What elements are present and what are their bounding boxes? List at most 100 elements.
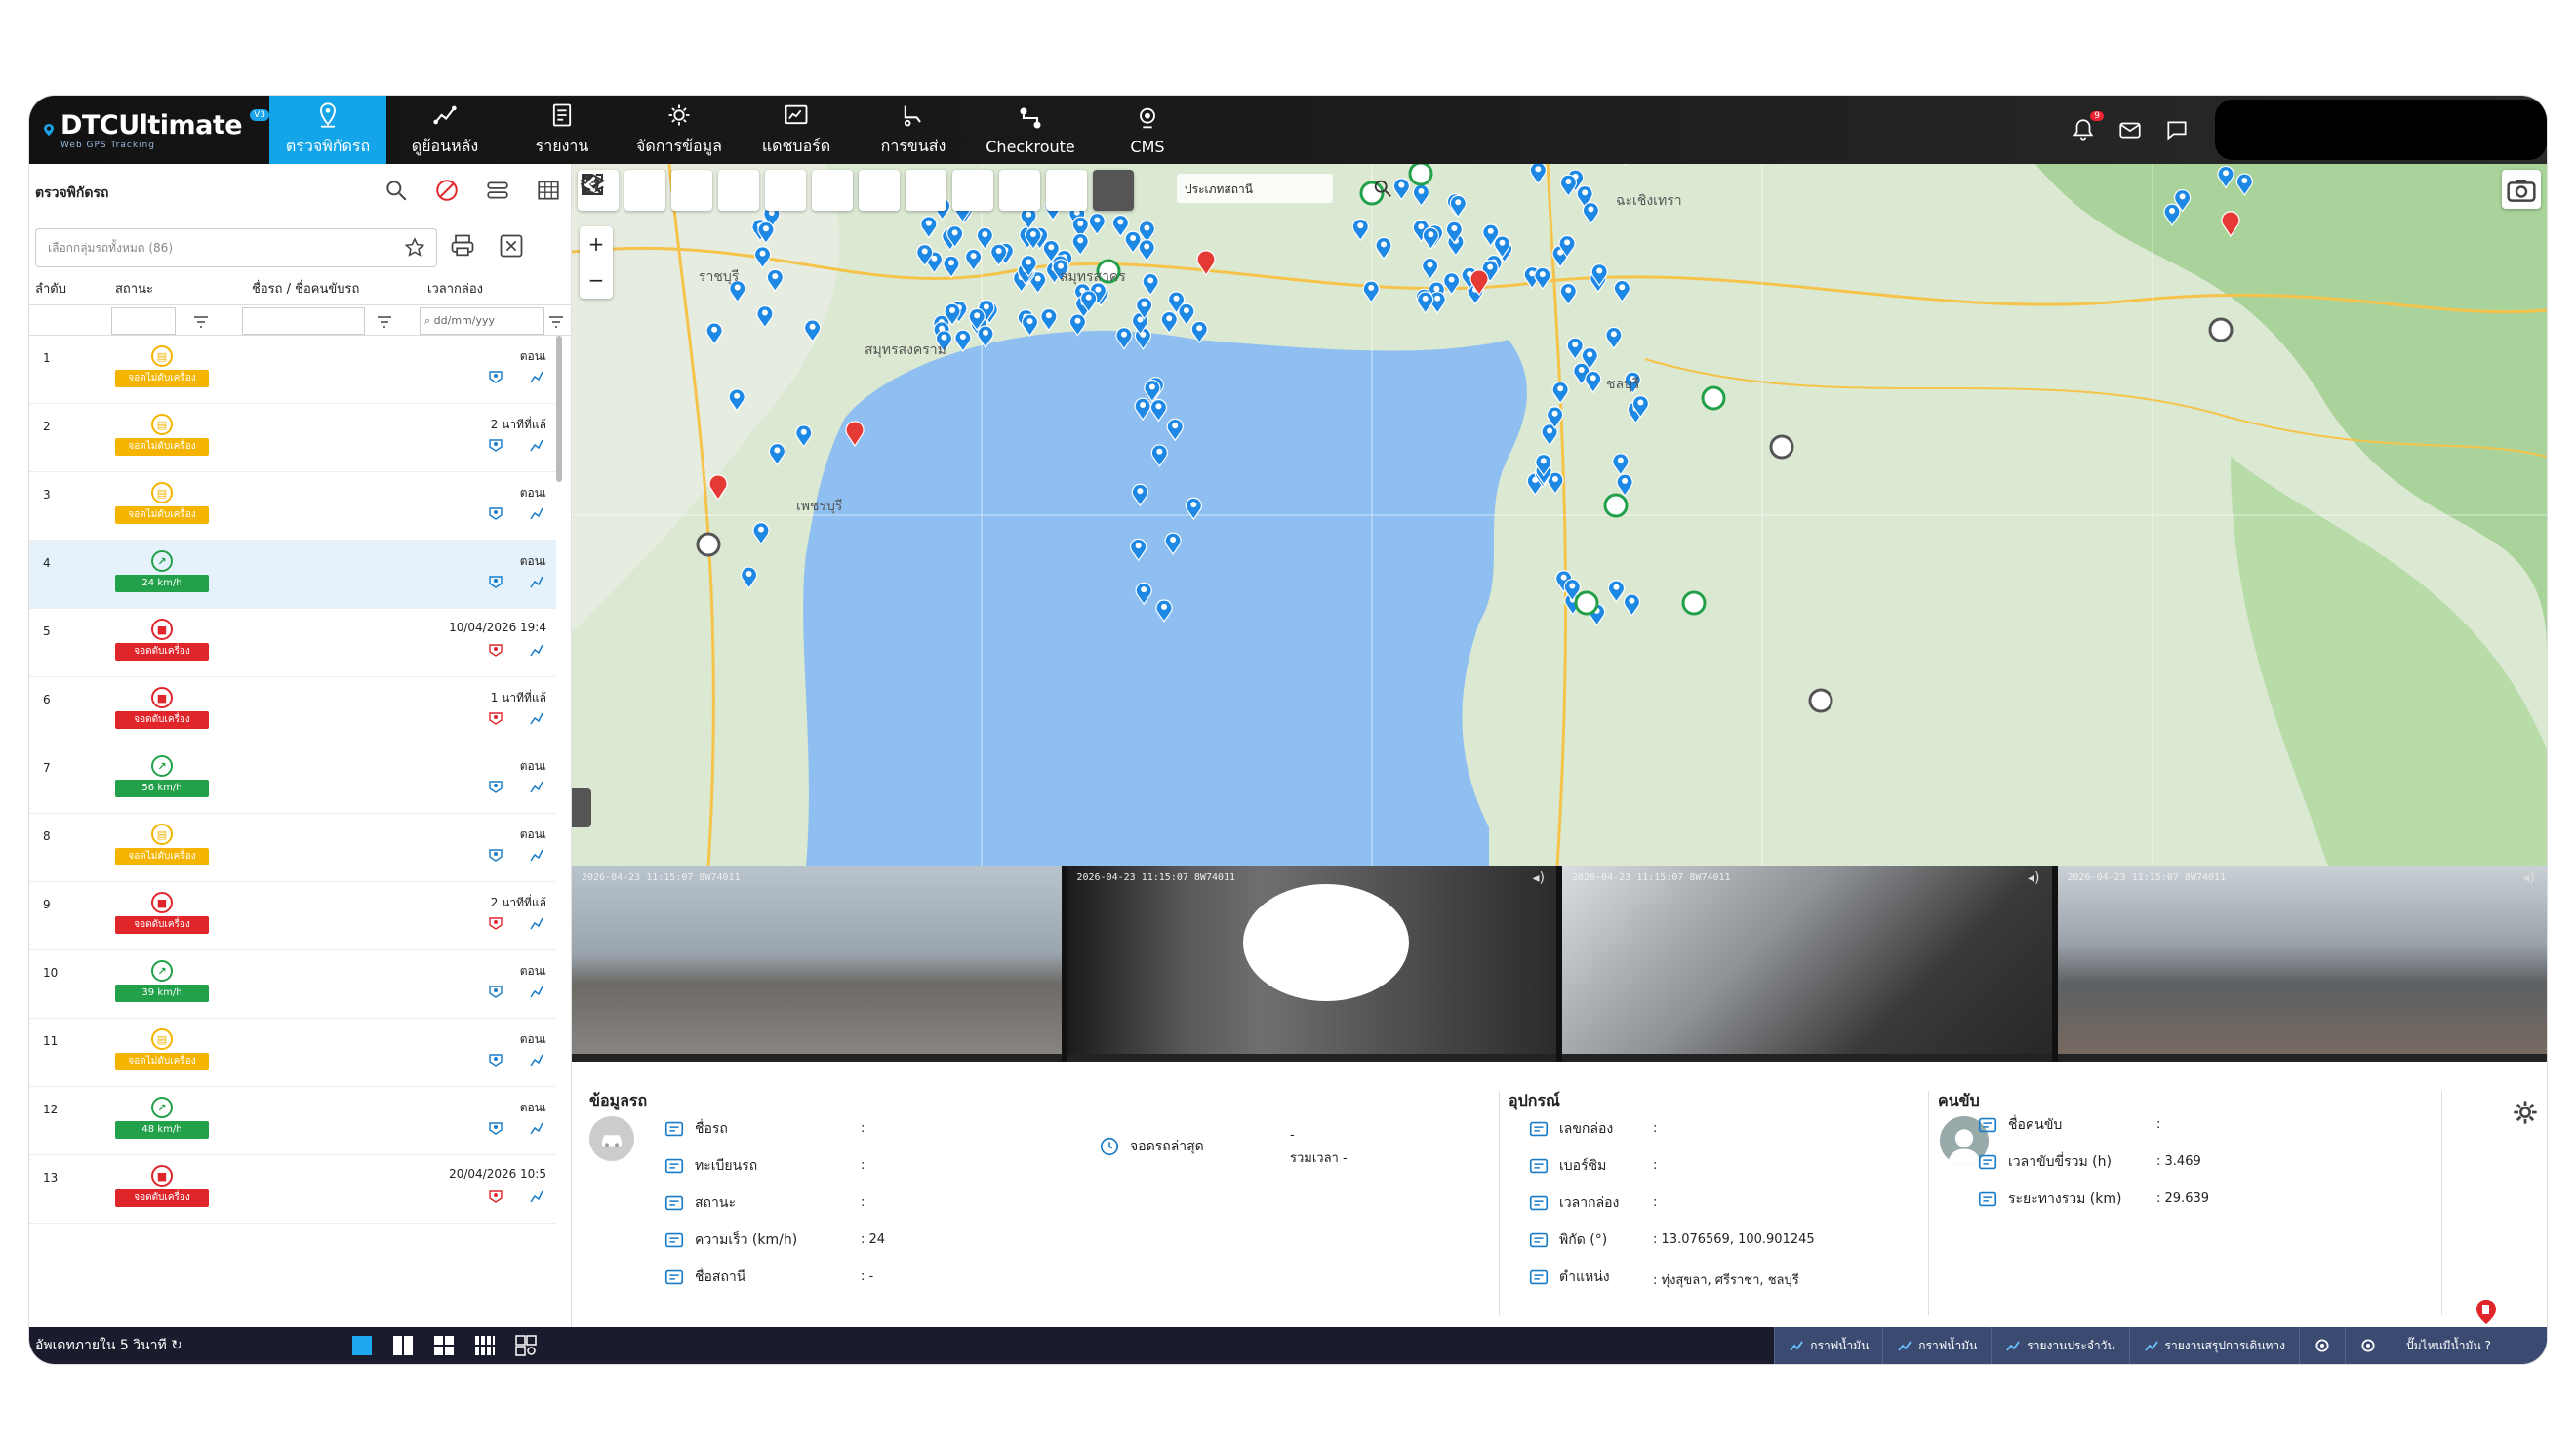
nav-checkroute[interactable]: Checkroute (972, 96, 1089, 164)
vertical-scrollbar[interactable] (556, 336, 562, 482)
filter-icon[interactable] (377, 313, 392, 332)
table-row[interactable]: 12 ↗ 48 km/h ตอนเ (29, 1087, 556, 1155)
bottom-button-fuel-graph[interactable]: กราฟน้ำมัน (1774, 1327, 1882, 1364)
camera-status-icon[interactable] (488, 984, 503, 999)
brand-logo[interactable]: DTCUltimate Web GPS Tracking V3 (29, 96, 269, 164)
map-view[interactable]: สมุทรสาคร สมุทรสงคราม ราชบุรี เพชรบุรี ชลบุร… (572, 164, 2547, 866)
layout-4-icon[interactable] (433, 1335, 455, 1356)
map-tool-fullscreen[interactable] (582, 170, 665, 211)
speaker-icon[interactable]: ◂) (1533, 870, 1546, 886)
toggle-view-icon[interactable] (485, 178, 510, 203)
chat-icon[interactable] (2164, 117, 2190, 142)
layout-custom-icon[interactable] (515, 1335, 537, 1356)
gear-icon[interactable] (2512, 1099, 2539, 1130)
bottom-button-trip-summary[interactable]: รายงานสรุปการเดินทาง (2128, 1327, 2299, 1364)
no-fuel-filter-icon[interactable] (434, 178, 460, 203)
zoom-out-button[interactable]: − (580, 262, 613, 299)
camera-feed-2[interactable]: 2026-04-23 11:15:07 8W74011 ◂) (1067, 866, 1556, 1062)
speaker-icon[interactable]: ◂) (2028, 870, 2040, 886)
fuel-question-link[interactable]: ปั๊มไหนมีน้ำมัน ? (2406, 1337, 2491, 1355)
bottom-button-daily-report[interactable]: รายงานประจำวัน (1991, 1327, 2128, 1364)
camera-feed-4[interactable]: 2026-04-23 11:15:07 8W74011 ◂) (2057, 866, 2547, 1062)
table-row[interactable]: 8 ▤ จอดไม่ดับเครื่อง ตอนเ (29, 814, 556, 882)
column-index[interactable]: ลำดับ (29, 278, 101, 299)
camera-status-icon[interactable] (488, 779, 503, 794)
route-icon[interactable] (529, 369, 544, 384)
route-icon[interactable] (529, 915, 544, 931)
table-row[interactable]: 3 ▤ จอดไม่ดับเครื่อง ตอนเ (29, 472, 556, 541)
camera-status-icon[interactable] (488, 710, 503, 726)
camera-status-icon[interactable] (488, 915, 503, 931)
route-icon[interactable] (529, 779, 544, 794)
table-row[interactable]: 11 ▤ จอดไม่ดับเครื่อง ตอนเ (29, 1019, 556, 1087)
layout-8-icon[interactable] (474, 1335, 496, 1356)
camera-status-icon[interactable] (488, 505, 503, 521)
station-type-select[interactable]: ประเภทสถานี (1177, 174, 1391, 203)
camera-status-icon[interactable] (488, 1052, 503, 1067)
table-row[interactable]: 1 ▤ จอดไม่ดับเครื่อง ตอนเ (29, 336, 556, 404)
table-row[interactable]: 13 ■ จอดดับเครื่อง 20/04/2026 10:5 (29, 1155, 556, 1224)
map-tool-zoom-area[interactable] (582, 170, 712, 211)
nav-location-pin[interactable]: ตรวจพิกัดรถ (269, 96, 386, 164)
layout-2-icon[interactable] (392, 1335, 414, 1356)
camera-status-icon[interactable] (488, 1188, 503, 1204)
map-tool-poi-list[interactable] (583, 170, 900, 211)
route-icon[interactable] (529, 847, 544, 863)
table-row[interactable]: 9 ■ จอดดับเครื่อง 2 นาทีที่แล้ (29, 882, 556, 950)
location-target-button[interactable] (2345, 1327, 2391, 1364)
nav-dashboard[interactable]: แดชบอร์ด (738, 96, 855, 164)
table-row[interactable]: 7 ↗ 56 km/h ตอนเ (29, 745, 556, 814)
camera-feed-1[interactable]: 2026-04-23 11:15:07 8W74011 (572, 866, 1062, 1062)
map-tool-pin-drop[interactable] (583, 170, 806, 211)
table-row[interactable]: 6 ■ จอดดับเครื่อง 1 นาทีที่แล้ (29, 677, 556, 745)
camera-feed-3[interactable]: 2026-04-23 11:15:07 8W74011 ◂) (1562, 866, 2052, 1062)
speaker-icon[interactable]: ◂) (2523, 870, 2536, 886)
bottom-button-fuel-graph[interactable]: กราฟน้ำมัน (1882, 1327, 1991, 1364)
camera-status-icon[interactable] (488, 847, 503, 863)
camera-status-icon[interactable] (488, 1120, 503, 1136)
name-filter-input[interactable] (242, 307, 365, 335)
table-row[interactable]: 10 ↗ 39 km/h ตอนเ (29, 950, 556, 1019)
route-icon[interactable] (529, 574, 544, 589)
column-vehicle-name[interactable]: ชื่อรถ / ชื่อคนขับรถ (238, 278, 422, 299)
status-filter-input[interactable] (111, 307, 176, 335)
nav-transport[interactable]: การขนส่ง (855, 96, 972, 164)
map-tool-route-draw[interactable] (583, 170, 853, 211)
route-icon[interactable] (529, 710, 544, 726)
side-panel-toggle[interactable] (572, 788, 591, 827)
route-icon[interactable] (529, 642, 544, 658)
map-tool-measure[interactable] (583, 170, 946, 211)
route-icon[interactable] (529, 505, 544, 521)
download-button[interactable] (2299, 1327, 2345, 1364)
table-row[interactable]: 5 ■ จอดดับเครื่อง 10/04/2026 19:4 (29, 609, 556, 677)
route-icon[interactable] (529, 984, 544, 999)
nav-route-history[interactable]: ดูย้อนหลัง (386, 96, 503, 164)
map-tool-target[interactable] (583, 170, 1087, 211)
date-filter-input[interactable]: ⌕ dd/mm/yyy (420, 307, 544, 335)
nav-cms-camera[interactable]: CMS (1089, 96, 1206, 164)
map-tool-poi-edit[interactable] (583, 170, 1040, 211)
route-icon[interactable] (529, 1188, 544, 1204)
map-tool-collapse[interactable] (585, 170, 1134, 211)
zoom-in-button[interactable]: + (580, 226, 613, 262)
map-tool-layers[interactable] (579, 170, 759, 211)
route-icon[interactable] (529, 1052, 544, 1067)
table-grid-icon[interactable] (536, 178, 561, 203)
nav-data-settings[interactable]: จัดการข้อมูล (621, 96, 738, 164)
table-row[interactable]: 4 ↗ 24 km/h ตอนเ (29, 541, 556, 609)
route-icon[interactable] (529, 437, 544, 453)
nav-report[interactable]: รายงาน (503, 96, 621, 164)
vehicle-group-select[interactable]: เลือกกลุ่มรถทั้งหมด (86) (35, 228, 437, 267)
camera-status-icon[interactable] (488, 369, 503, 384)
mail-icon[interactable] (2117, 117, 2143, 142)
column-status[interactable]: สถานะ (101, 278, 238, 299)
refresh-icon[interactable]: ↻ (171, 1338, 182, 1353)
map-tool-poi-add[interactable] (583, 170, 993, 211)
bell-icon[interactable]: 9 (2071, 111, 2104, 142)
camera-status-icon[interactable] (488, 437, 503, 453)
screenshot-camera-button[interactable] (2502, 170, 2541, 209)
route-icon[interactable] (529, 1120, 544, 1136)
star-icon[interactable] (403, 236, 426, 262)
table-row[interactable]: 2 ▤ จอดไม่ดับเครื่อง 2 นาทีที่แล้ (29, 404, 556, 472)
column-box-time[interactable]: เวลากล่อง (422, 278, 558, 299)
